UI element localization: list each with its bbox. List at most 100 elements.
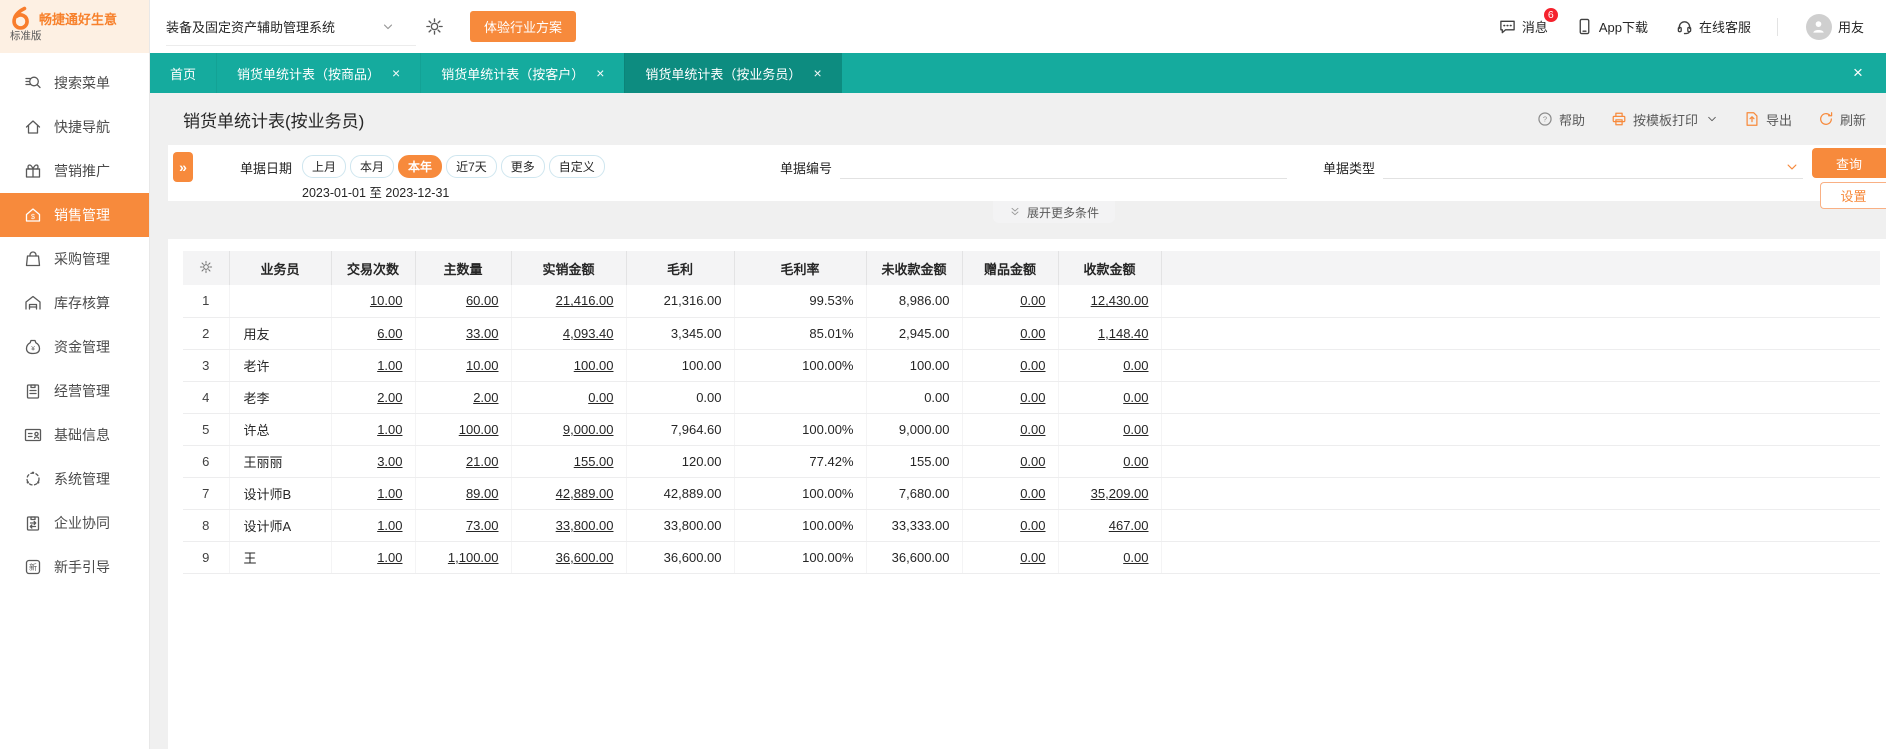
app-download-button[interactable]: App下载: [1576, 17, 1648, 36]
date-range-value[interactable]: 2023-01-01 至 2023-12-31: [302, 182, 605, 201]
sidebar-item-guide[interactable]: 新 新手引导: [0, 545, 149, 589]
doc-type-select[interactable]: [1383, 155, 1804, 179]
expand-more-conditions-button[interactable]: 展开更多条件: [993, 201, 1116, 223]
value-link[interactable]: 33,800.00: [556, 518, 614, 533]
value-link[interactable]: 0.00: [1020, 293, 1045, 308]
value-link[interactable]: 467.00: [1109, 518, 1149, 533]
chevron-down-icon[interactable]: [1785, 160, 1799, 174]
value-link[interactable]: 36,600.00: [556, 550, 614, 565]
value-link[interactable]: 21.00: [466, 454, 499, 469]
value-link[interactable]: 0.00: [1020, 518, 1045, 533]
sidebar-item-search-menu[interactable]: 搜索菜单: [0, 61, 149, 105]
sidebar-item-operations[interactable]: 经营管理: [0, 369, 149, 413]
value-link[interactable]: 10.00: [466, 358, 499, 373]
date-option-5[interactable]: 自定义: [548, 155, 605, 178]
value-cell: 10.00: [331, 285, 416, 318]
value-link[interactable]: 0.00: [1020, 422, 1045, 437]
refresh-button[interactable]: 刷新: [1818, 110, 1866, 129]
value-link[interactable]: 1.00: [377, 358, 402, 373]
value-link[interactable]: 6.00: [377, 326, 402, 341]
value-link[interactable]: 0.00: [1020, 486, 1045, 501]
system-select[interactable]: 装备及固定资产辅助管理系统: [166, 17, 395, 36]
value-link[interactable]: 0.00: [1020, 390, 1045, 405]
tab-3[interactable]: 销货单统计表（按业务员） ×: [624, 53, 842, 93]
tab-2[interactable]: 销货单统计表（按客户） ×: [420, 53, 624, 93]
value-link[interactable]: 0.00: [1123, 422, 1148, 437]
value-cell: 1.00: [331, 541, 416, 574]
online-service-button[interactable]: 在线客服: [1676, 17, 1751, 36]
help-button[interactable]: ? 帮助: [1537, 110, 1585, 129]
value-link[interactable]: 0.00: [1123, 454, 1148, 469]
value-link[interactable]: 1.00: [377, 518, 402, 533]
user-menu[interactable]: 用友: [1805, 13, 1864, 40]
value-link[interactable]: 4,093.40: [563, 326, 614, 341]
sidebar-item-collaboration[interactable]: 企业协同: [0, 501, 149, 545]
close-all-tabs-button[interactable]: ×: [1830, 53, 1886, 93]
sidebar-item-marketing[interactable]: 营销推广: [0, 149, 149, 193]
value-link[interactable]: 100.00: [574, 358, 614, 373]
date-option-2[interactable]: 本年: [398, 155, 443, 178]
value-link[interactable]: 100.00: [459, 422, 499, 437]
value-link[interactable]: 0.00: [1123, 390, 1148, 405]
value-link[interactable]: 1,100.00: [448, 550, 499, 565]
sidebar-item-quick-nav[interactable]: 快捷导航: [0, 105, 149, 149]
date-option-0[interactable]: 上月: [302, 155, 347, 178]
tab-close-icon[interactable]: ×: [813, 66, 821, 80]
messages-button[interactable]: 消息 6: [1499, 7, 1559, 36]
value-link[interactable]: 2.00: [377, 390, 402, 405]
value-link[interactable]: 12,430.00: [1091, 293, 1149, 308]
sidebar-item-inventory[interactable]: 库存核算: [0, 281, 149, 325]
value-cell: 0.00: [962, 317, 1059, 350]
guide-icon: 新: [24, 558, 42, 576]
value-link[interactable]: 0.00: [1020, 454, 1045, 469]
chevron-down-icon[interactable]: [1706, 113, 1718, 125]
value-cell: 1.00: [331, 477, 416, 510]
value-link[interactable]: 0.00: [1123, 550, 1148, 565]
value-link[interactable]: 1.00: [377, 550, 402, 565]
value-link[interactable]: 89.00: [466, 486, 499, 501]
value-link[interactable]: 10.00: [370, 293, 403, 308]
tab-1[interactable]: 销货单统计表（按商品） ×: [216, 53, 420, 93]
value-link[interactable]: 60.00: [466, 293, 499, 308]
trial-solution-button[interactable]: 体验行业方案: [470, 11, 577, 42]
value-link[interactable]: 0.00: [1020, 326, 1045, 341]
value-link[interactable]: 21,416.00: [556, 293, 614, 308]
value-link[interactable]: 0.00: [1020, 550, 1045, 565]
value-link[interactable]: 2.00: [473, 390, 498, 405]
value-link[interactable]: 35,209.00: [1091, 486, 1149, 501]
sidebar-item-basic-info[interactable]: 基础信息: [0, 413, 149, 457]
column-header-8: 收款金额: [1058, 251, 1162, 285]
sidebar-item-sales[interactable]: $ 销售管理: [0, 193, 149, 237]
collapse-filter-button[interactable]: »: [173, 152, 193, 182]
value-link[interactable]: 1,148.40: [1098, 326, 1149, 341]
tab-close-icon[interactable]: ×: [392, 66, 400, 80]
value-link[interactable]: 73.00: [466, 518, 499, 533]
value-cell: 89.00: [415, 477, 512, 510]
date-option-4[interactable]: 更多: [500, 155, 545, 178]
sidebar-item-funds[interactable]: ¥ 资金管理: [0, 325, 149, 369]
column-header-6: 未收款金额: [866, 251, 963, 285]
tab-0[interactable]: 首页: [150, 53, 216, 93]
gear-icon[interactable]: [425, 17, 444, 36]
value-link[interactable]: 155.00: [574, 454, 614, 469]
value-link[interactable]: 0.00: [1123, 358, 1148, 373]
sidebar-item-purchase[interactable]: 采购管理: [0, 237, 149, 281]
tab-close-icon[interactable]: ×: [596, 66, 604, 80]
value-link[interactable]: 1.00: [377, 422, 402, 437]
query-button[interactable]: 查询: [1812, 148, 1886, 178]
value-link[interactable]: 9,000.00: [563, 422, 614, 437]
doc-no-input[interactable]: [840, 155, 1288, 179]
value-link[interactable]: 33.00: [466, 326, 499, 341]
value-link[interactable]: 0.00: [588, 390, 613, 405]
value-link[interactable]: 42,889.00: [556, 486, 614, 501]
date-option-1[interactable]: 本月: [350, 155, 395, 178]
table-settings-gear-icon[interactable]: [199, 260, 213, 274]
print-by-template-button[interactable]: 按模板打印: [1611, 110, 1718, 129]
date-option-3[interactable]: 近7天: [446, 155, 497, 178]
value-link[interactable]: 0.00: [1020, 358, 1045, 373]
value-link[interactable]: 3.00: [377, 454, 402, 469]
settings-button[interactable]: 设置: [1820, 182, 1886, 209]
sidebar-item-system[interactable]: 系统管理: [0, 457, 149, 501]
export-button[interactable]: 导出: [1744, 110, 1792, 129]
value-link[interactable]: 1.00: [377, 486, 402, 501]
